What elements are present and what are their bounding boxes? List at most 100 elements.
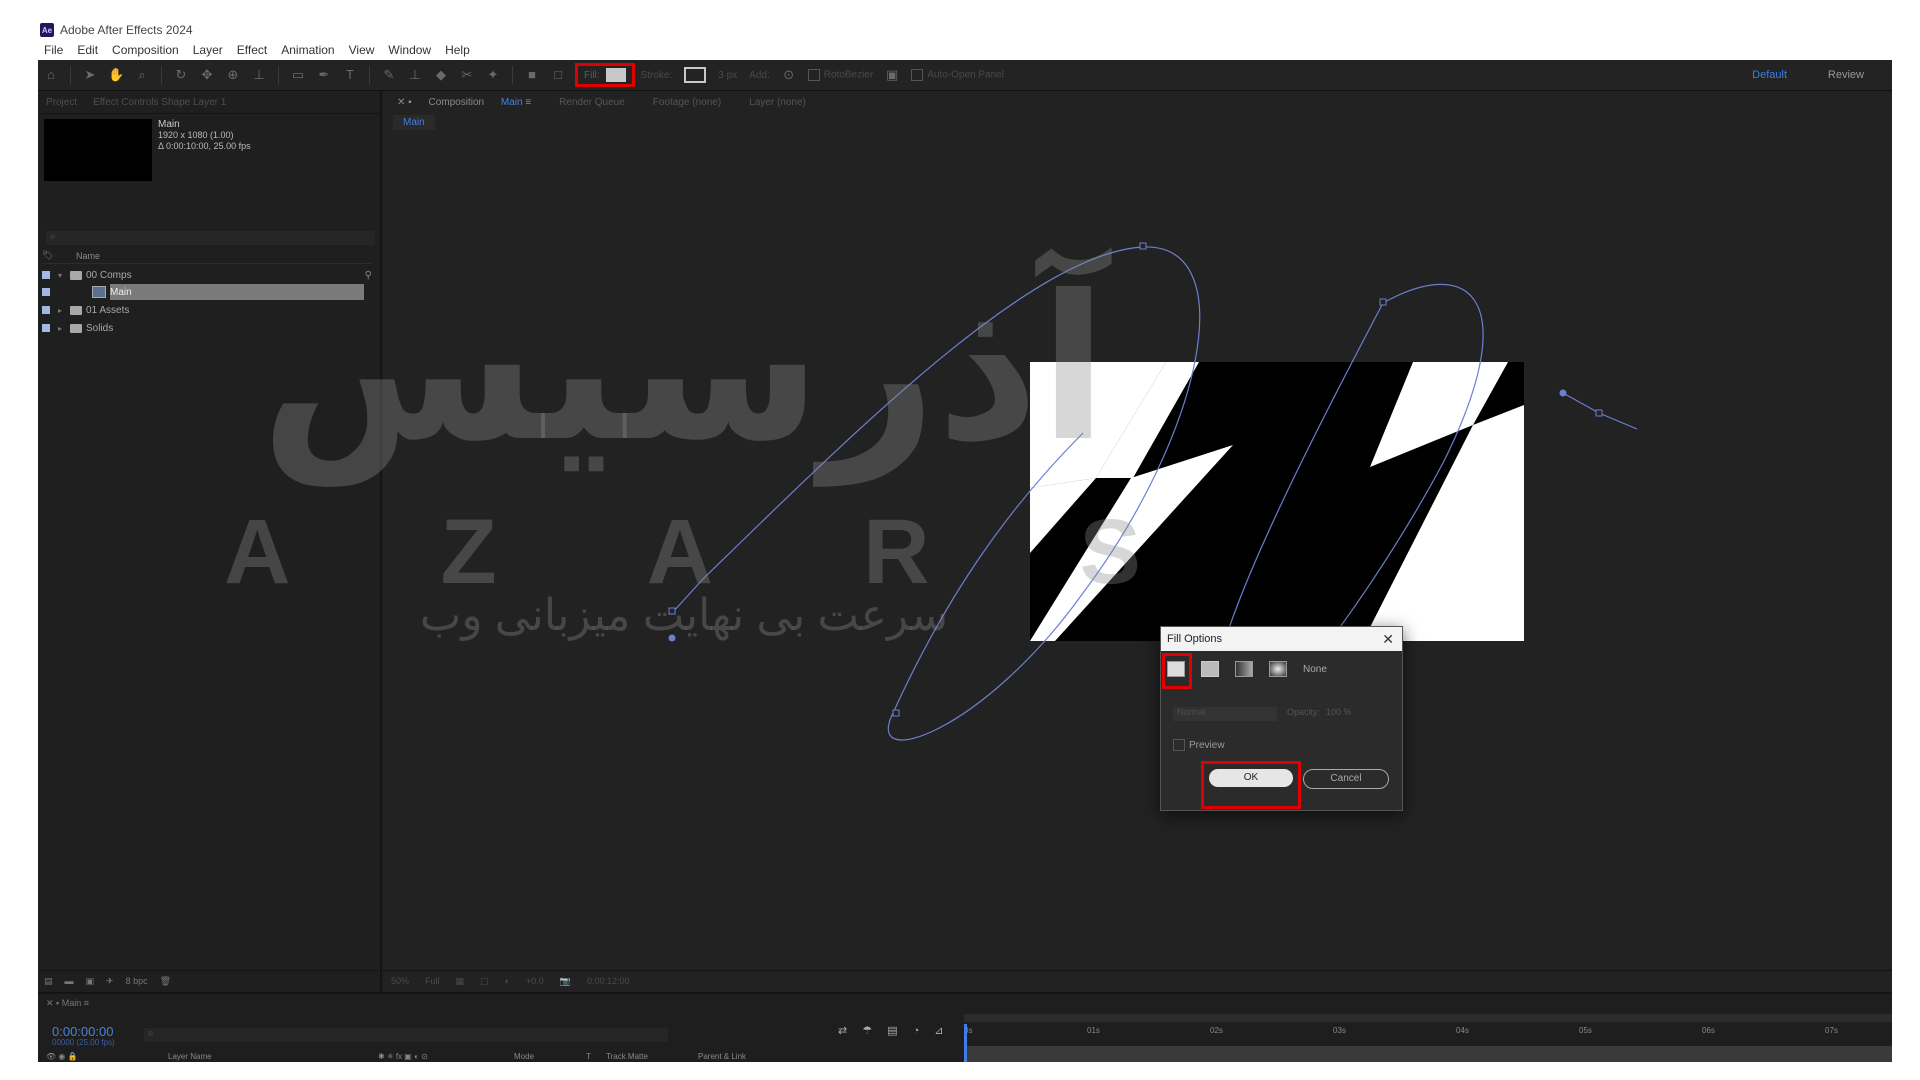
resolution-dropdown[interactable]: Full bbox=[425, 976, 440, 986]
playhead[interactable] bbox=[964, 1024, 967, 1062]
rotobezier-option[interactable]: RotoBezier bbox=[807, 69, 873, 81]
stroke-width-value[interactable]: 3 px bbox=[718, 70, 737, 81]
cancel-button[interactable]: Cancel bbox=[1303, 769, 1389, 789]
col-layer-name[interactable]: Layer Name bbox=[168, 1052, 212, 1061]
av-switches-icon[interactable]: 👁 ◉ 🔒 bbox=[46, 1052, 78, 1061]
label-color-swatch[interactable] bbox=[42, 271, 50, 279]
frame-blend-icon[interactable]: ▤ bbox=[887, 1025, 897, 1037]
col-mode[interactable]: Mode bbox=[514, 1052, 534, 1061]
tab-effect-controls[interactable]: Effect Controls Shape Layer 1 bbox=[93, 97, 226, 108]
snapshot-icon[interactable]: 📷 bbox=[560, 976, 571, 987]
chevron-right-icon[interactable]: ▸ bbox=[58, 324, 66, 333]
menu-help[interactable]: Help bbox=[445, 43, 470, 57]
selection-tool-icon[interactable]: ➤ bbox=[82, 67, 98, 83]
shape-stroke-icon[interactable]: □ bbox=[550, 67, 566, 83]
shape-fill-icon[interactable]: ■ bbox=[524, 67, 540, 83]
clone-stamp-icon[interactable]: ⊥ bbox=[407, 67, 423, 83]
preview-row[interactable]: Preview bbox=[1173, 739, 1225, 751]
project-item-solids[interactable]: ▸ Solids bbox=[42, 320, 372, 336]
flowchart-icon[interactable]: ⚲ bbox=[365, 270, 372, 281]
timeline-search-input[interactable]: ⌕ bbox=[144, 1028, 668, 1042]
col-parent[interactable]: Parent & Link bbox=[698, 1052, 746, 1061]
new-folder-icon[interactable]: ▬ bbox=[65, 976, 74, 986]
ok-button[interactable]: OK bbox=[1209, 769, 1293, 787]
chevron-down-icon[interactable]: ▾ bbox=[58, 271, 66, 280]
menu-effect[interactable]: Effect bbox=[237, 43, 267, 57]
home-icon[interactable]: ⌂ bbox=[43, 67, 59, 83]
graph-editor-icon[interactable]: ⊿ bbox=[934, 1025, 943, 1037]
panel-toggle-icon[interactable]: ▣ bbox=[884, 67, 900, 83]
zoom-tool-icon[interactable]: ⌕ bbox=[134, 67, 150, 83]
exposure-value[interactable]: +0.0 bbox=[526, 976, 544, 986]
chevron-right-icon[interactable]: ▸ bbox=[58, 306, 66, 315]
blend-mode-select[interactable]: Normal bbox=[1173, 707, 1277, 721]
workspace-review[interactable]: Review bbox=[1828, 69, 1864, 81]
workspace-default[interactable]: Default bbox=[1752, 69, 1787, 81]
menu-file[interactable]: File bbox=[44, 43, 63, 57]
puppet-tool-icon[interactable]: ✦ bbox=[485, 67, 501, 83]
label-color-swatch[interactable] bbox=[42, 288, 50, 296]
layer-switches-icon[interactable]: ✱ ✳ fx ▣ ◐ ⊙ bbox=[378, 1052, 428, 1061]
label-color-swatch[interactable] bbox=[42, 324, 50, 332]
project-search-input[interactable]: ⌕ bbox=[46, 231, 375, 245]
rotate-tool-icon[interactable]: ↻ bbox=[173, 67, 189, 83]
timeline-tab[interactable]: ✕ ▪ Main ≡ bbox=[46, 998, 89, 1009]
project-item-00-comps[interactable]: ▾ 00 Comps ⚲ bbox=[42, 267, 372, 283]
pin-tool-icon[interactable]: ⊥ bbox=[251, 67, 267, 83]
mask-icon[interactable]: ▢ bbox=[480, 976, 489, 987]
fill-solid-option[interactable] bbox=[1201, 661, 1219, 677]
project-item-01-assets[interactable]: ▸ 01 Assets bbox=[42, 302, 372, 318]
col-track-matte[interactable]: Track Matte bbox=[606, 1052, 648, 1061]
tab-render-queue[interactable]: Render Queue bbox=[559, 97, 625, 108]
add-icon[interactable]: ⊙ bbox=[781, 67, 797, 83]
comp-breadcrumb-main[interactable]: Main bbox=[393, 115, 435, 130]
exposure-icon[interactable]: ◐ bbox=[505, 976, 510, 986]
delete-icon[interactable]: 🗑 bbox=[160, 976, 171, 987]
menu-animation[interactable]: Animation bbox=[281, 43, 334, 57]
stroke-swatch[interactable] bbox=[684, 67, 707, 83]
zoom-dropdown[interactable]: 50% bbox=[391, 976, 409, 986]
pen-tool-icon[interactable]: ✒ bbox=[316, 67, 332, 83]
auto-open-checkbox[interactable] bbox=[911, 69, 924, 81]
menu-window[interactable]: Window bbox=[388, 43, 431, 57]
add-label[interactable]: Add: bbox=[749, 70, 770, 81]
motion-blur-icon[interactable]: ◔ bbox=[913, 1025, 920, 1037]
current-time-value[interactable]: 0:00:12:00 bbox=[587, 976, 630, 986]
fill-none-option[interactable] bbox=[1167, 661, 1185, 677]
fill-linear-gradient-option[interactable] bbox=[1235, 661, 1253, 677]
type-tool-icon[interactable]: T bbox=[342, 67, 358, 83]
menu-layer[interactable]: Layer bbox=[193, 43, 223, 57]
project-item-main[interactable]: Main bbox=[42, 284, 372, 300]
current-timecode[interactable]: 0:00:00:00 bbox=[52, 1024, 113, 1039]
tab-footage[interactable]: Footage (none) bbox=[653, 97, 721, 108]
fill-swatch[interactable] bbox=[605, 68, 626, 82]
menu-view[interactable]: View bbox=[349, 43, 375, 57]
render-icon[interactable]: ✈ bbox=[106, 976, 114, 987]
preview-checkbox[interactable] bbox=[1173, 739, 1185, 751]
col-t[interactable]: T bbox=[586, 1052, 591, 1061]
tab-composition[interactable]: ✕ ▪ Composition Main ≡ bbox=[397, 97, 531, 108]
bpc-value[interactable]: 8 bpc bbox=[126, 976, 148, 986]
comp-flowchart-icon[interactable]: ⇄ bbox=[838, 1025, 847, 1037]
work-area-bar[interactable] bbox=[964, 1014, 1892, 1022]
time-ruler[interactable]: 0s 01s 02s 03s 04s 05s 06s 07s bbox=[964, 1014, 1892, 1044]
rectangle-tool-icon[interactable]: ▭ bbox=[290, 67, 306, 83]
auto-open-option[interactable]: Auto-Open Panel bbox=[911, 69, 1004, 81]
fill-control[interactable]: Fill: bbox=[575, 63, 635, 87]
rotobezier-checkbox[interactable] bbox=[807, 69, 820, 81]
label-color-swatch[interactable] bbox=[42, 306, 50, 314]
tab-layer[interactable]: Layer (none) bbox=[749, 97, 806, 108]
grid-icon[interactable]: ▦ bbox=[456, 976, 465, 987]
roto-brush-icon[interactable]: ✂ bbox=[459, 67, 475, 83]
menu-edit[interactable]: Edit bbox=[77, 43, 98, 57]
close-icon[interactable]: ✕ bbox=[1382, 631, 1394, 648]
pan-behind-tool-icon[interactable]: ⊕ bbox=[225, 67, 241, 83]
eraser-tool-icon[interactable]: ◆ bbox=[433, 67, 449, 83]
layer-track[interactable] bbox=[964, 1046, 1892, 1062]
fill-radial-gradient-option[interactable] bbox=[1269, 661, 1287, 677]
brush-tool-icon[interactable]: ✎ bbox=[381, 67, 397, 83]
camera-tool-icon[interactable]: ✥ bbox=[199, 67, 215, 83]
hand-tool-icon[interactable]: ✋ bbox=[108, 67, 124, 83]
column-name[interactable]: Name bbox=[76, 251, 100, 261]
menu-composition[interactable]: Composition bbox=[112, 43, 179, 57]
